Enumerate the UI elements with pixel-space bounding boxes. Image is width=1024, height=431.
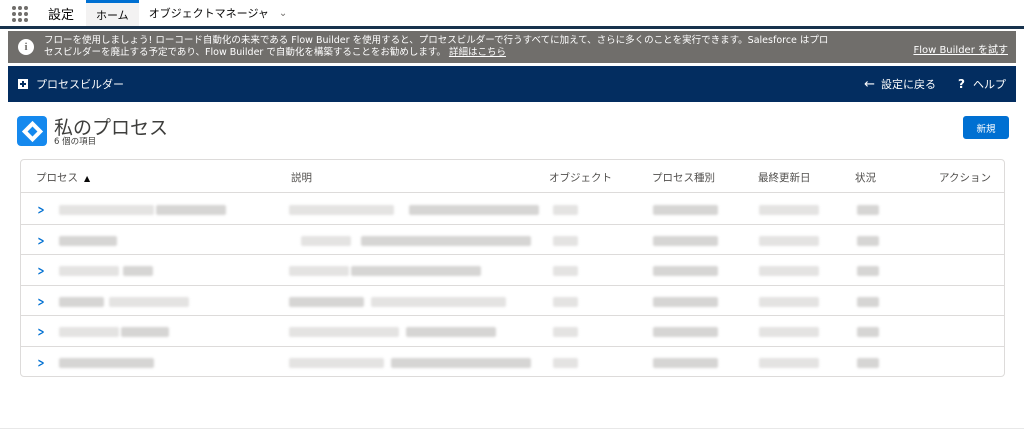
process-table: プロセス ▲ 説明 オブジェクト プロセス種別 最終更新日 状況 アクション > … bbox=[20, 159, 1005, 377]
global-header: 設定 ホーム オブジェクトマネージャ ⌄ bbox=[0, 0, 1024, 27]
tab-home-label: ホーム bbox=[96, 8, 129, 22]
process-builder-header: プロセスビルダー ← 設定に戻る ? ヘルプ bbox=[8, 66, 1016, 102]
chevron-right-icon[interactable]: > bbox=[38, 295, 45, 309]
item-count: 6 個の項目 bbox=[54, 137, 97, 147]
chevron-right-icon[interactable]: > bbox=[38, 356, 45, 370]
table-row[interactable]: > bbox=[21, 225, 1004, 255]
table-row[interactable]: > bbox=[21, 347, 1004, 377]
new-button[interactable]: 新規 bbox=[963, 116, 1009, 139]
tab-object-manager-label: オブジェクトマネージャ bbox=[148, 7, 269, 20]
column-header-object[interactable]: オブジェクト bbox=[549, 170, 612, 185]
chevron-right-icon[interactable]: > bbox=[38, 264, 45, 278]
column-header-last-modified[interactable]: 最終更新日 bbox=[758, 170, 811, 185]
help-link[interactable]: ? ヘルプ bbox=[958, 76, 1006, 92]
chevron-right-icon[interactable]: > bbox=[38, 234, 45, 248]
back-to-setup-label: 設定に戻る bbox=[881, 78, 937, 91]
chevron-right-icon[interactable]: > bbox=[38, 325, 45, 339]
app-name: 設定 bbox=[48, 7, 75, 23]
banner-message: フローを使用しましょう! ローコード自動化の未来である Flow Builder… bbox=[44, 35, 864, 59]
help-label: ヘルプ bbox=[973, 78, 1006, 91]
back-to-setup-link[interactable]: ← 設定に戻る bbox=[864, 76, 936, 92]
column-header-process-label: プロセス bbox=[36, 172, 78, 184]
process-builder-icon bbox=[18, 79, 28, 89]
chevron-down-icon[interactable]: ⌄ bbox=[279, 8, 287, 19]
header-divider bbox=[0, 26, 1024, 29]
banner-line-2: セスビルダーを廃止する予定であり、Flow Builder で自動化を構築するこ… bbox=[44, 47, 446, 58]
table-row[interactable]: > bbox=[21, 316, 1004, 347]
column-header-status[interactable]: 状況 bbox=[855, 170, 876, 185]
table-row[interactable]: > bbox=[21, 255, 1004, 286]
table-header: プロセス ▲ 説明 オブジェクト プロセス種別 最終更新日 状況 アクション bbox=[21, 160, 1004, 193]
details-link[interactable]: 詳細はこちら bbox=[449, 47, 506, 58]
chevron-right-icon[interactable]: > bbox=[38, 203, 45, 217]
page-bottom-divider bbox=[0, 428, 1024, 429]
column-header-description[interactable]: 説明 bbox=[291, 170, 312, 185]
tab-object-manager[interactable]: オブジェクトマネージャ ⌄ bbox=[139, 0, 298, 26]
column-header-actions: アクション bbox=[939, 172, 991, 184]
help-icon: ? bbox=[958, 77, 965, 91]
arrow-left-icon: ← bbox=[864, 76, 876, 92]
table-row[interactable]: > bbox=[21, 194, 1004, 225]
try-flow-builder-link[interactable]: Flow Builder を試す bbox=[913, 41, 1008, 56]
process-builder-title: プロセスビルダー bbox=[36, 78, 124, 91]
column-header-process[interactable]: プロセス ▲ bbox=[36, 170, 90, 185]
tab-home[interactable]: ホーム bbox=[86, 0, 139, 26]
column-header-process-type[interactable]: プロセス種別 bbox=[652, 170, 715, 185]
banner-line-1: フローを使用しましょう! ローコード自動化の未来である Flow Builder… bbox=[44, 35, 829, 46]
process-icon bbox=[17, 116, 47, 146]
flow-builder-banner: i フローを使用しましょう! ローコード自動化の未来である Flow Build… bbox=[8, 31, 1016, 63]
table-row[interactable]: > bbox=[21, 286, 1004, 316]
info-icon: i bbox=[18, 39, 34, 55]
sort-ascending-icon: ▲ bbox=[84, 174, 91, 183]
app-launcher-icon[interactable] bbox=[0, 0, 40, 27]
